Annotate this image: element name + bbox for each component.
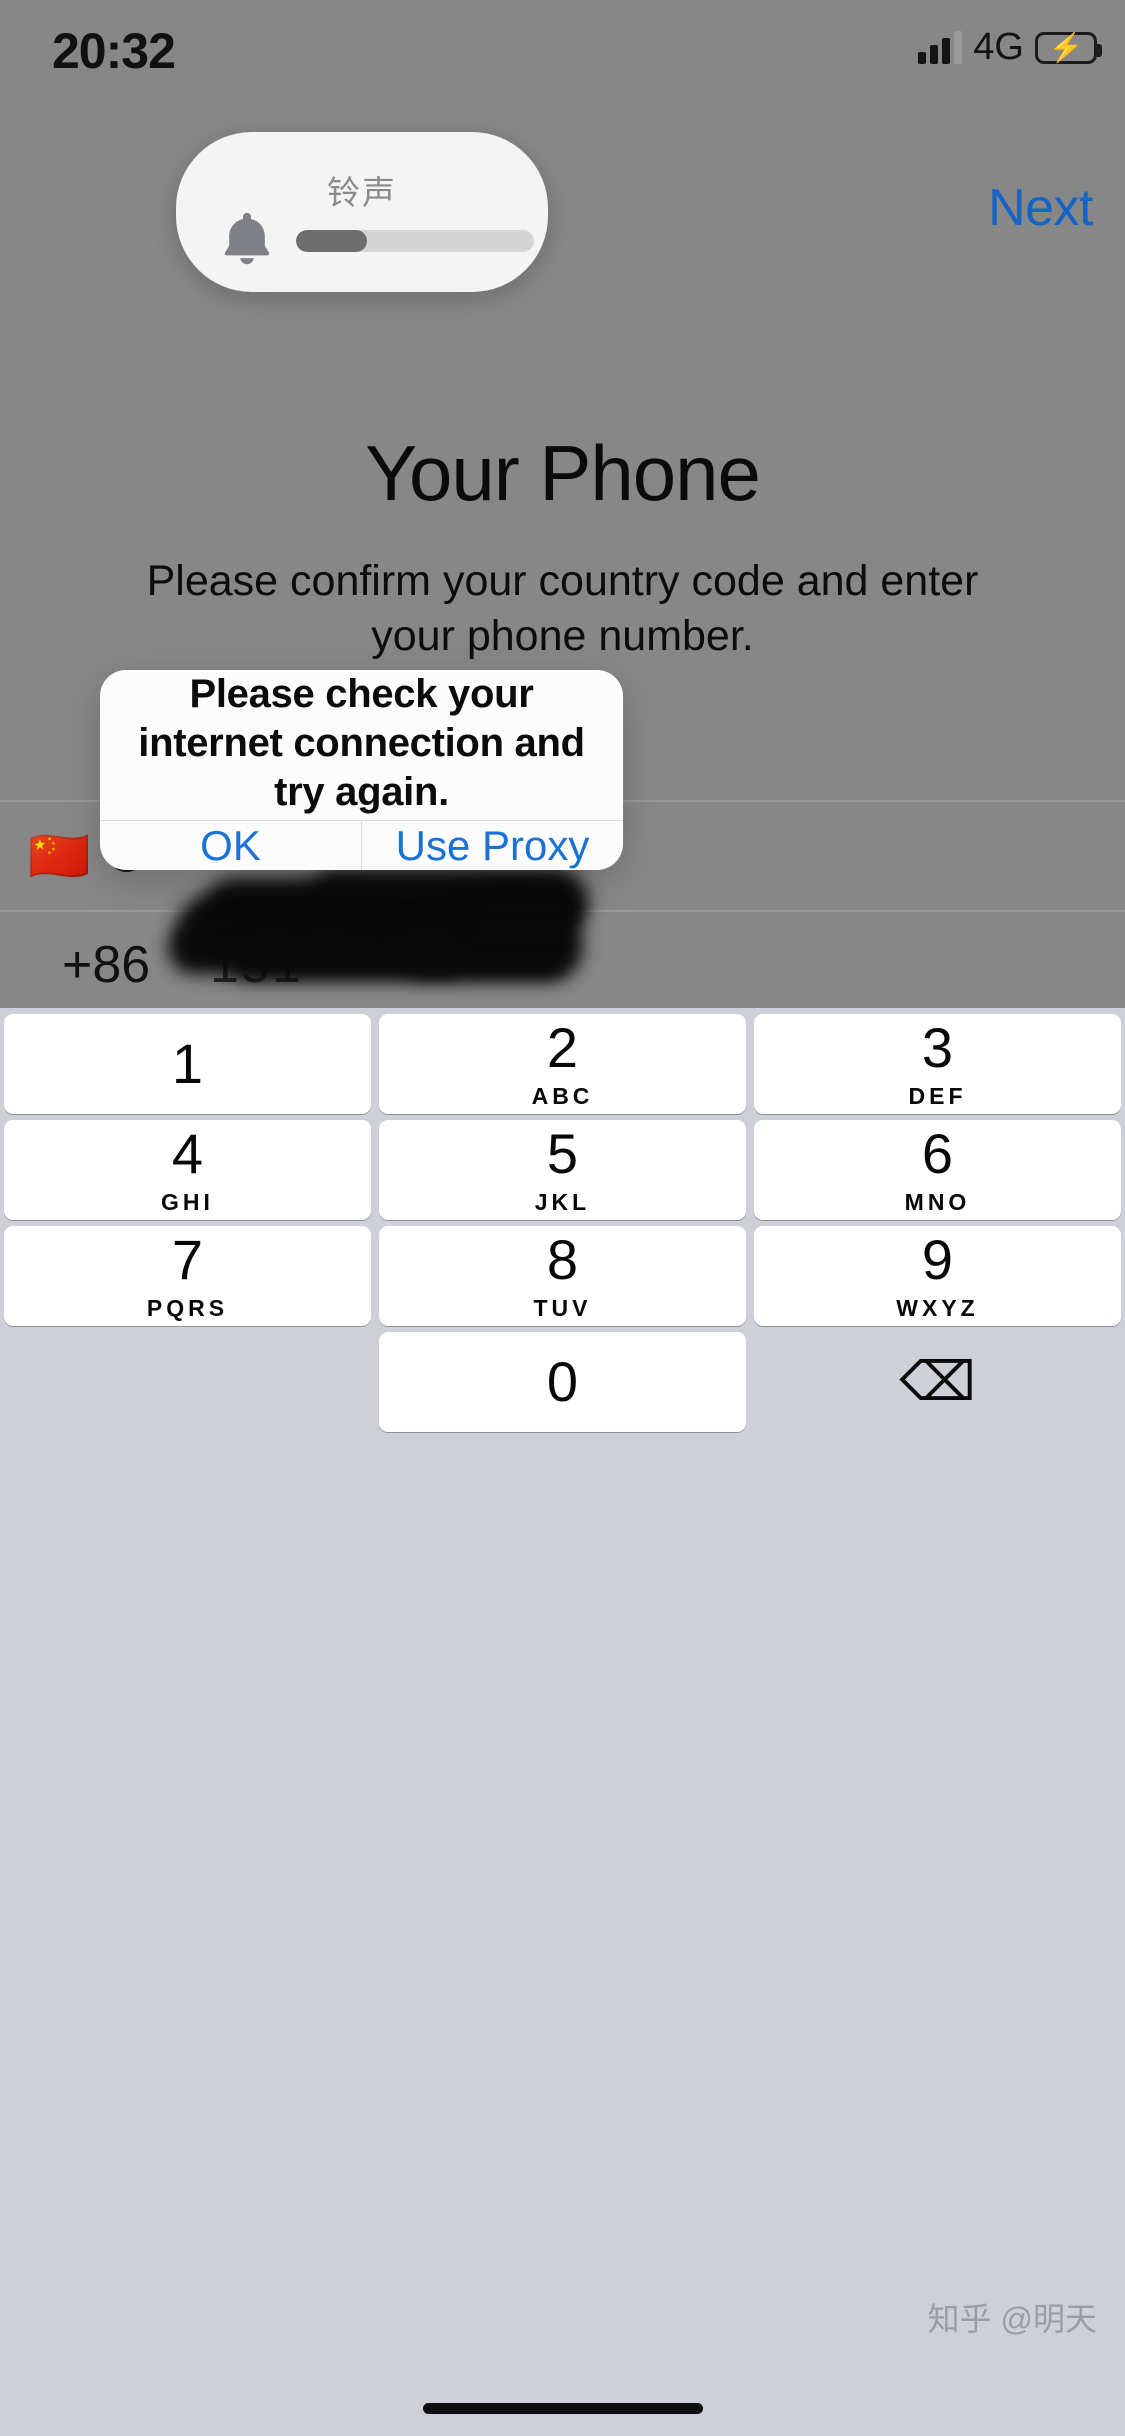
key-letters: DEF [908, 1083, 967, 1109]
key-2[interactable]: 2 ABC [379, 1014, 746, 1114]
key-letters: JKL [534, 1189, 591, 1215]
numeric-keypad: 1 2 ABC 3 DEF 4 GHI 5 JKL 6 MNO 7 PQRS 8 TUV 9 WXYZ 0 ⌫ 知乎… [0, 1008, 1125, 2436]
page-title: Your Phone [365, 429, 761, 517]
key-3[interactable]: 3 DEF [754, 1014, 1121, 1114]
key-letters: ABC [531, 1083, 594, 1109]
battery-charging-icon: ⚡ [1035, 31, 1102, 64]
phone-number-input[interactable]: 151 [210, 935, 303, 995]
network-error-alert: Please check your internet connection an… [100, 670, 623, 870]
key-digit: 5 [546, 1122, 579, 1185]
status-bar: 20:32 4G ⚡ [0, 0, 1125, 95]
status-indicators: 4G ⚡ [918, 26, 1102, 69]
backspace-icon[interactable]: ⌫ [754, 1332, 1121, 1432]
home-indicator[interactable] [422, 2403, 703, 2414]
key-8[interactable]: 8 TUV [379, 1226, 746, 1326]
key-1[interactable]: 1 [4, 1014, 371, 1114]
keypad-row: 4 GHI 5 JKL 6 MNO [0, 1120, 1125, 1220]
key-digit: 4 [171, 1122, 204, 1185]
key-digit: 0 [546, 1350, 579, 1413]
backspace-glyph: ⌫ [899, 1352, 976, 1412]
key-0[interactable]: 0 [379, 1332, 746, 1432]
alert-message: Please check your internet connection an… [138, 672, 585, 814]
signal-bars-icon [918, 30, 963, 64]
keypad-row: 0 ⌫ [0, 1332, 1125, 1432]
key-letters: PQRS [146, 1295, 229, 1321]
key-digit: 9 [921, 1228, 954, 1291]
volume-hud-label: 铃声 [327, 174, 397, 211]
key-7[interactable]: 7 PQRS [4, 1226, 371, 1326]
alert-use-proxy-button[interactable]: Use Proxy [361, 821, 623, 870]
key-spacer-left [4, 1332, 371, 1432]
alert-actions: OK Use Proxy [100, 820, 623, 870]
china-flag-icon: 🇨🇳 [28, 828, 91, 884]
volume-slider[interactable] [296, 230, 534, 252]
key-digit: 1 [171, 1032, 204, 1095]
phone-number-row[interactable]: +86 151 [0, 868, 1125, 1020]
key-digit: 2 [546, 1016, 579, 1079]
network-type-label: 4G [973, 26, 1024, 68]
watermark: 知乎 @明天 [927, 2301, 1097, 2337]
charging-bolt-icon: ⚡ [1048, 31, 1084, 63]
bell-icon [224, 212, 270, 265]
key-9[interactable]: 9 WXYZ [754, 1226, 1121, 1326]
key-letters: TUV [533, 1295, 592, 1321]
alert-ok-button[interactable]: OK [100, 821, 361, 870]
page-subtitle: Please confirm your country code and ent… [146, 557, 979, 661]
key-digit: 3 [921, 1016, 954, 1079]
dial-code-label: +86 [62, 936, 151, 994]
keypad-row: 1 2 ABC 3 DEF [0, 1014, 1125, 1114]
key-letters: GHI [161, 1189, 214, 1215]
keypad-grid: 1 2 ABC 3 DEF 4 GHI 5 JKL 6 MNO 7 PQRS 8 TUV 9 WXYZ 0 ⌫ [0, 1014, 1125, 1438]
key-4[interactable]: 4 GHI [4, 1120, 371, 1220]
keypad-row: 7 PQRS 8 TUV 9 WXYZ [0, 1226, 1125, 1326]
key-digit: 6 [921, 1122, 954, 1185]
next-button[interactable]: Next [988, 178, 1093, 238]
volume-hud: 铃声 [176, 132, 548, 292]
key-digit: 8 [546, 1228, 579, 1291]
key-6[interactable]: 6 MNO [754, 1120, 1121, 1220]
key-letters: MNO [904, 1189, 971, 1215]
key-5[interactable]: 5 JKL [379, 1120, 746, 1220]
key-letters: WXYZ [896, 1295, 979, 1321]
status-time: 20:32 [52, 23, 176, 79]
alert-body: Please check your internet connection an… [100, 670, 623, 820]
key-digit: 7 [171, 1228, 204, 1291]
